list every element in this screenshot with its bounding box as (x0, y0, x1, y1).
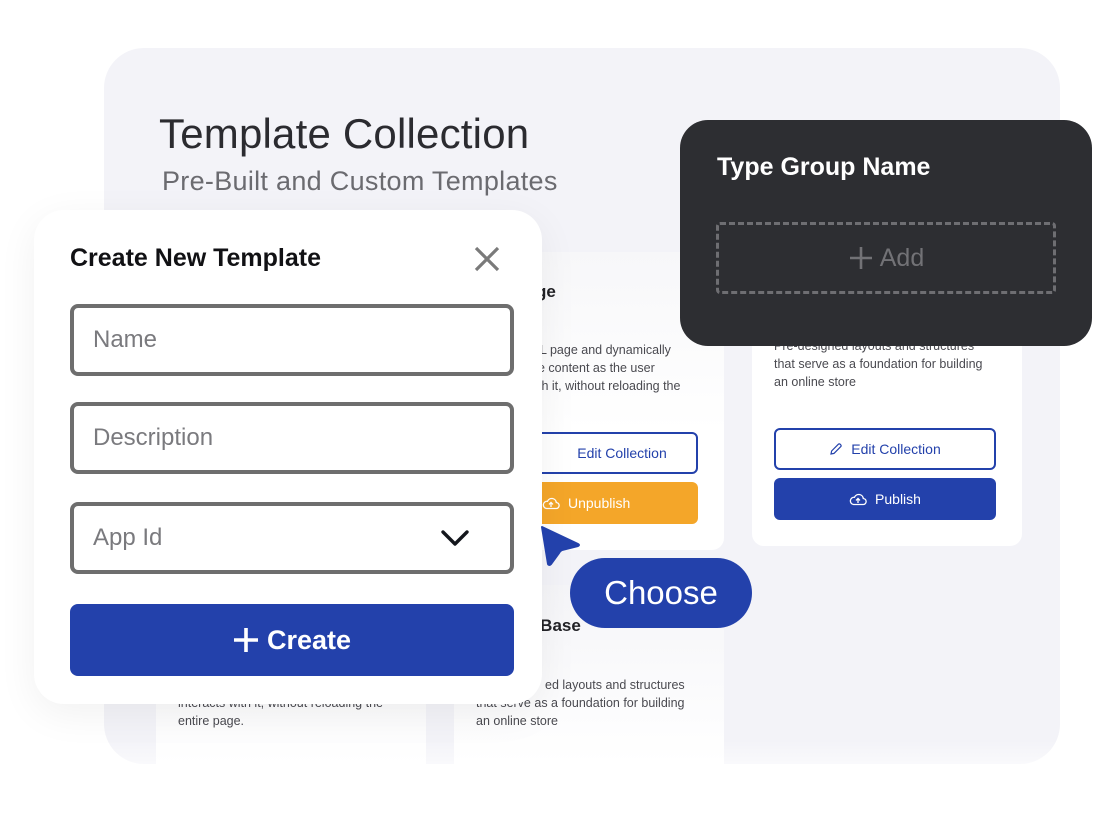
cloud-upload-icon (849, 493, 867, 506)
description-input[interactable] (93, 424, 510, 452)
page-title: Template Collection (159, 110, 530, 157)
app-id-placeholder: App Id (93, 524, 163, 551)
desc-line: L page and dynamically (540, 343, 671, 357)
description-field[interactable] (70, 402, 514, 474)
desc-line: e content as the user (538, 361, 655, 375)
group-panel-title: Type Group Name (717, 153, 931, 181)
chevron-down-icon (441, 530, 469, 546)
plus-icon (849, 247, 872, 269)
pencil-icon (830, 443, 842, 455)
add-label: Add (879, 243, 925, 272)
desc-line: . (538, 395, 680, 413)
plus-icon (233, 628, 258, 652)
cloud-upload-icon (542, 497, 560, 510)
app-id-select[interactable]: App Id (70, 502, 514, 574)
desc-line: th it, without reloading the (538, 379, 681, 393)
desc-line: an online store (774, 375, 857, 389)
edit-collection-button[interactable]: Edit Collection (774, 428, 996, 470)
choose-tooltip: Choose (570, 558, 752, 628)
desc-line: entire page. (178, 714, 245, 728)
name-input[interactable] (93, 326, 510, 354)
name-field[interactable] (70, 304, 514, 376)
page-subtitle: Pre-Built and Custom Templates (162, 166, 558, 196)
desc-line: that serve as a foundation for building (774, 357, 983, 371)
desc-line: an online store (476, 714, 559, 728)
publish-label: Publish (875, 491, 921, 507)
cursor-pointer-icon (541, 526, 580, 566)
create-template-modal: Create New Template App Id Create (34, 210, 542, 704)
create-button[interactable]: Create (70, 604, 514, 676)
publish-button[interactable]: Publish (774, 478, 996, 520)
close-icon[interactable] (472, 244, 502, 274)
unpublish-label: Unpublish (568, 495, 631, 511)
edit-collection-label: Edit Collection (851, 441, 941, 457)
card-description: L page and dynamically e content as the … (538, 341, 681, 413)
modal-title: Create New Template (70, 244, 322, 272)
create-label: Create (266, 624, 352, 655)
add-group-button[interactable]: Add (716, 222, 1056, 294)
type-group-panel: Type Group Name Add (680, 120, 1092, 346)
edit-collection-label: Edit Collection (577, 445, 667, 461)
